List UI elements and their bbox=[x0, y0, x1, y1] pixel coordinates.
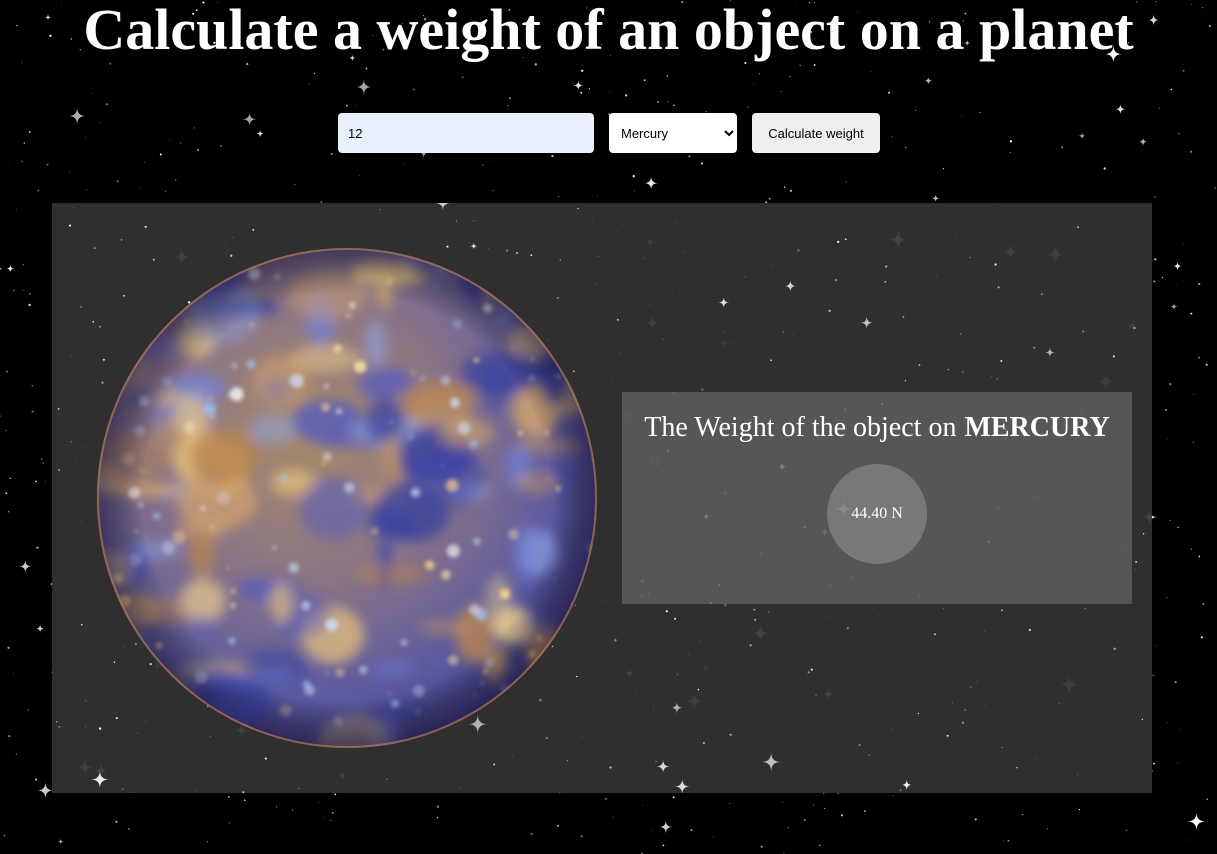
result-heading: The Weight of the object on MERCURY bbox=[622, 410, 1132, 446]
result-planet-name: MERCURY bbox=[964, 412, 1110, 443]
mass-input[interactable] bbox=[338, 113, 594, 153]
planet-select[interactable]: Mercury bbox=[609, 113, 737, 153]
calculate-weight-button[interactable]: Calculate weight bbox=[752, 113, 880, 153]
result-box: The Weight of the object on MERCURY 44.40… bbox=[622, 392, 1132, 604]
result-label: The Weight of the object on bbox=[644, 412, 957, 443]
page-title: Calculate a weight of an object on a pla… bbox=[83, 0, 1134, 62]
planet-mercury-image bbox=[97, 248, 597, 748]
result-panel: The Weight of the object on MERCURY 44.40… bbox=[52, 203, 1152, 793]
weight-result-value: 44.40 N bbox=[851, 505, 903, 522]
weight-form: Mercury Calculate weight bbox=[338, 113, 880, 153]
weight-result-circle: 44.40 N bbox=[827, 464, 927, 564]
